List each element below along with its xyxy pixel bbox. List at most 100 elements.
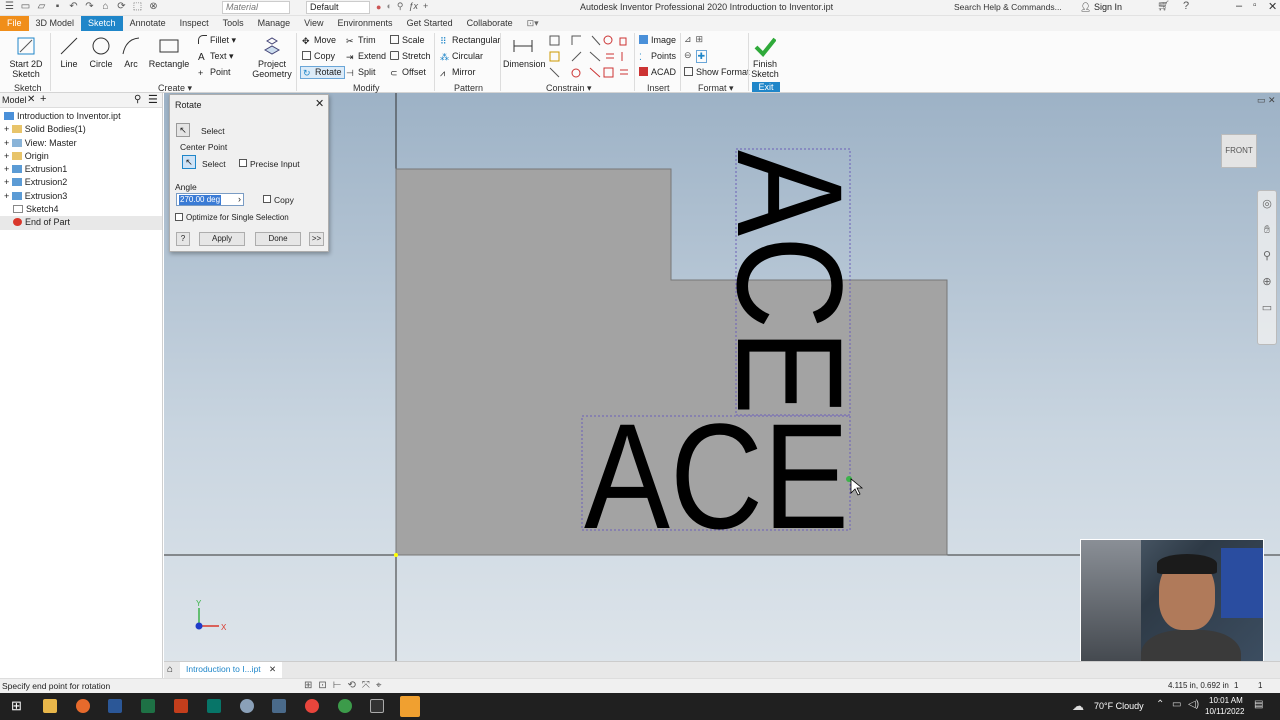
rectangular-pattern-button[interactable]: ⠿ Rectangular xyxy=(440,35,501,46)
appearance-combo[interactable]: Default xyxy=(306,1,370,14)
clock-date[interactable]: 10/11/2022 xyxy=(1205,707,1244,716)
tree-item-view[interactable]: + View: Master xyxy=(0,137,162,150)
center-select-icon[interactable]: ↖ xyxy=(182,155,196,169)
tree-item-solid-bodies[interactable]: + Solid Bodies(1) xyxy=(0,123,162,136)
tray-chevron-icon[interactable]: ⌃ xyxy=(1156,699,1164,710)
orbit-icon[interactable]: ⊕ xyxy=(1258,269,1276,295)
cart-icon[interactable]: 🛒︎ xyxy=(1157,1,1170,12)
select-icon[interactable]: ⬚ xyxy=(132,1,143,12)
notification-icon[interactable]: ▤ xyxy=(1254,699,1263,710)
browser-menu-icon[interactable]: ☰ xyxy=(148,93,158,106)
view-cube[interactable]: FRONT xyxy=(1221,134,1257,168)
fillet-button[interactable]: Fillet ▾ xyxy=(198,35,236,46)
browser-close-icon[interactable]: ✕ xyxy=(27,94,35,105)
tree-item-extrusion1[interactable]: + Extrusion1 xyxy=(0,163,162,176)
new-icon[interactable]: ▭ xyxy=(20,1,31,12)
point-button[interactable]: + Point xyxy=(198,67,231,78)
rotate-button[interactable]: ↻ Rotate xyxy=(300,66,345,79)
network-icon[interactable]: ▭ xyxy=(1172,699,1181,710)
select-arrow-icon[interactable]: ↖ xyxy=(176,123,190,137)
powerpoint-icon[interactable] xyxy=(174,699,188,713)
apply-button[interactable]: Apply xyxy=(199,232,245,246)
grid-icon[interactable]: ⊞ xyxy=(304,680,312,691)
doc-tab-active[interactable]: Introduction to I...ipt ✕ xyxy=(180,662,283,678)
minimize-icon[interactable]: – xyxy=(1236,0,1242,12)
dialog-help-icon[interactable]: ? xyxy=(176,232,190,246)
browser-tab-model[interactable]: Model xyxy=(2,95,27,105)
plus-icon[interactable]: + xyxy=(423,1,428,12)
group-create-label[interactable]: Create ▾ xyxy=(158,83,192,93)
chrome-icon[interactable] xyxy=(305,699,319,713)
tree-item-part[interactable]: Introduction to Inventor.ipt xyxy=(0,110,162,123)
dialog-close-icon[interactable]: ✕ xyxy=(315,97,324,110)
start-sketch-button[interactable]: Start 2D Sketch xyxy=(6,35,46,79)
publisher-icon[interactable] xyxy=(207,699,221,713)
group-format-label[interactable]: Format ▾ xyxy=(698,83,734,93)
tab-annotate[interactable]: Annotate xyxy=(123,16,173,31)
app-icon-2[interactable] xyxy=(370,699,384,713)
tab-tools[interactable]: Tools xyxy=(216,16,251,31)
chrome-alt-icon[interactable] xyxy=(338,699,352,713)
circular-pattern-button[interactable]: ⁂ Circular xyxy=(440,51,483,62)
tab-inspect[interactable]: Inspect xyxy=(173,16,216,31)
tab-collaborate[interactable]: Collaborate xyxy=(460,16,520,31)
clear-override-icon[interactable]: ⊗ xyxy=(148,1,159,12)
copy-button[interactable]: Copy xyxy=(302,51,335,62)
acad-button[interactable]: ACAD xyxy=(639,67,676,78)
sketch-text-horizontal[interactable]: ACE xyxy=(584,392,849,560)
points-button[interactable]: ⁚ Points xyxy=(639,51,676,62)
save-icon[interactable]: ▪ xyxy=(52,1,63,12)
open-icon[interactable]: ▱ xyxy=(36,1,47,12)
look-at-icon[interactable]: ▭ xyxy=(1258,295,1276,321)
tree-item-end-of-part[interactable]: End of Part xyxy=(0,216,162,230)
app-icon-1[interactable] xyxy=(240,699,254,713)
project-geometry-button[interactable]: Project Geometry xyxy=(250,35,294,79)
line-button[interactable]: Line xyxy=(56,35,82,69)
copy-checkbox[interactable] xyxy=(263,195,271,203)
optimize-checkbox[interactable] xyxy=(175,213,183,221)
adjust-icon[interactable]: ◐ xyxy=(386,1,391,12)
file-explorer-icon[interactable] xyxy=(43,699,57,713)
trim-button[interactable]: ✂ Trim xyxy=(346,35,376,46)
viewport-restore-icon[interactable]: ▭ ✕ xyxy=(1257,95,1276,106)
mirror-button[interactable]: ⩘ Mirror xyxy=(440,67,476,78)
center-point-icon[interactable]: ⊖ xyxy=(684,50,692,63)
snap-icon[interactable]: ⊡ xyxy=(318,680,326,691)
home-tab-icon[interactable]: ⌂ xyxy=(167,664,173,675)
dimension-button[interactable]: Dimension xyxy=(503,35,546,69)
ribbon-options-icon[interactable]: ⊡▾ xyxy=(520,16,546,31)
tab-manage[interactable]: Manage xyxy=(251,16,298,31)
pan-icon[interactable]: ✋︎ xyxy=(1258,217,1276,243)
clock-time[interactable]: 10:01 AM xyxy=(1209,696,1243,705)
redo-icon[interactable]: ↷ xyxy=(84,1,95,12)
inventor-icon[interactable] xyxy=(400,696,420,717)
group-constrain-label[interactable]: Constrain ▾ xyxy=(546,83,592,93)
tab-environments[interactable]: Environments xyxy=(331,16,400,31)
maximize-icon[interactable]: ▫ xyxy=(1253,0,1257,11)
app-menu-icon[interactable]: ☰ xyxy=(4,1,15,12)
tab-sketch[interactable]: Sketch xyxy=(81,16,123,31)
excel-icon[interactable] xyxy=(141,699,155,713)
rectangle-button[interactable]: Rectangle xyxy=(148,35,190,69)
search-input[interactable]: Search Help & Commands... xyxy=(954,1,1074,14)
centerline-icon[interactable]: ⊞ xyxy=(696,34,704,45)
tree-item-sketch4[interactable]: Sketch4 xyxy=(0,203,162,216)
done-button[interactable]: Done xyxy=(255,232,301,246)
dof-icon[interactable]: ⟲ xyxy=(348,680,356,691)
offset-button[interactable]: ⊂ Offset xyxy=(390,67,426,78)
circle-button[interactable]: Circle xyxy=(88,35,114,69)
graphics-viewport[interactable]: ACE ACE X Y FRONT ◎ ✋︎ ⚲ ⊕ ▭ ▭ ✕ xyxy=(164,93,1280,661)
browser-add-icon[interactable]: + xyxy=(40,93,46,105)
scale-button[interactable]: Scale xyxy=(390,35,425,46)
more-button[interactable]: >> xyxy=(309,232,324,246)
home-icon[interactable]: ⌂ xyxy=(100,1,111,12)
move-button[interactable]: ✥ Move xyxy=(302,35,336,46)
undo-icon[interactable]: ↶ xyxy=(68,1,79,12)
split-button[interactable]: ⊣ Split xyxy=(346,67,376,78)
constraint-infer-icon[interactable]: ⊢ xyxy=(333,680,342,691)
angle-input[interactable]: 270.00 deg › xyxy=(176,193,244,206)
angle-arrow-icon[interactable]: › xyxy=(238,194,241,204)
relax-icon[interactable]: ⤧ xyxy=(362,680,370,691)
tab-get-started[interactable]: Get Started xyxy=(400,16,460,31)
firefox-icon[interactable] xyxy=(76,699,90,713)
